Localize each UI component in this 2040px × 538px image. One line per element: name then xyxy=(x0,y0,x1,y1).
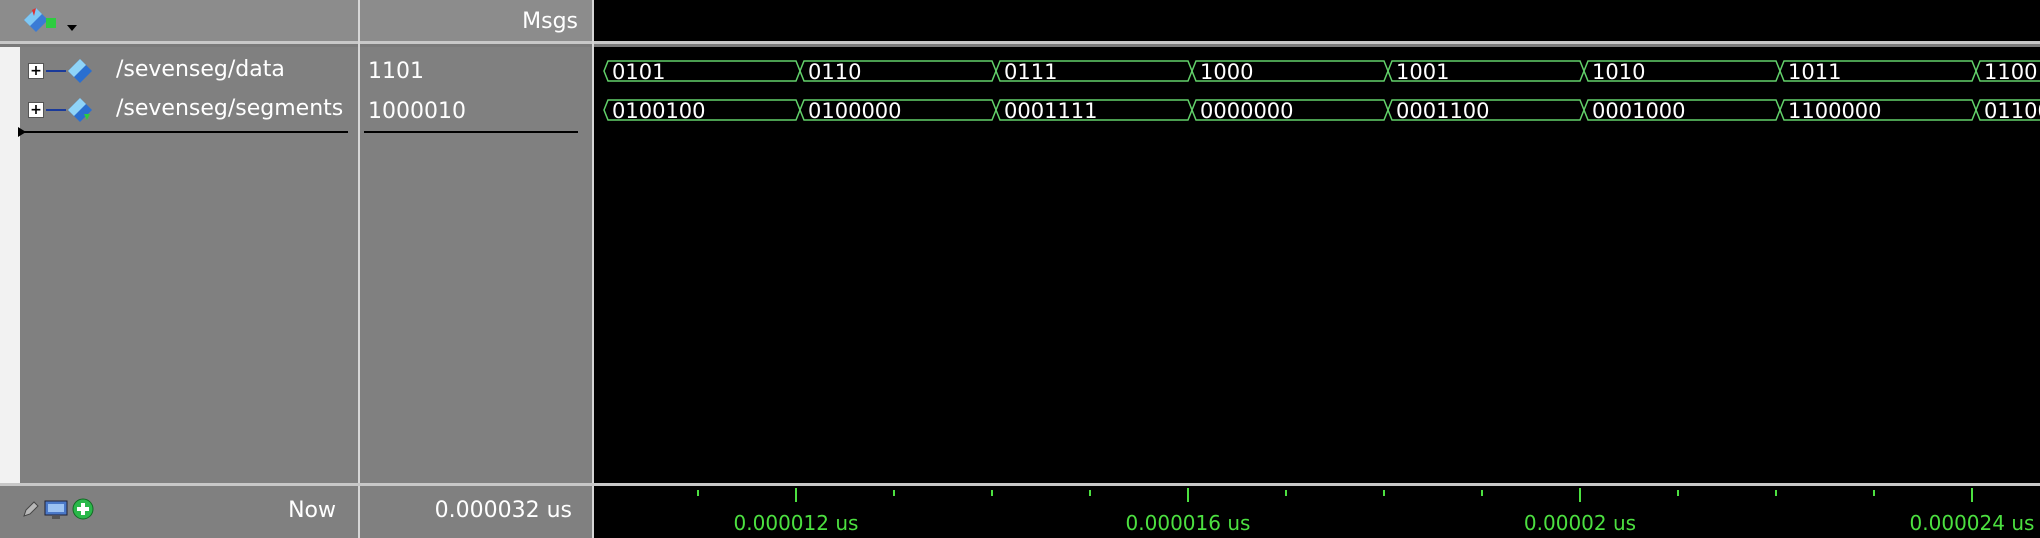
signal-name: /sevenseg/data xyxy=(116,57,285,82)
bus-value-label: 0001100 xyxy=(1396,99,1490,123)
signal-value: 1000010 xyxy=(368,99,466,124)
chevron-down-icon[interactable] xyxy=(66,24,78,32)
values-header: Msgs xyxy=(360,0,592,44)
signal-value: 1101 xyxy=(368,59,424,84)
wave-add-icon[interactable] xyxy=(22,6,62,38)
expand-icon[interactable]: + xyxy=(28,63,44,79)
waveform-pane[interactable]: 0101 0110 0111 1000 1001 1010 1011 1100 0100100 0… xyxy=(594,47,2040,483)
bus-value-label: 1011 xyxy=(1788,60,1841,84)
values-footer: 0.000032 us xyxy=(360,486,592,538)
signal-row-segments[interactable]: + /sevenseg/segments xyxy=(28,96,348,126)
insert-marker-icon xyxy=(18,127,26,137)
footer-splitter[interactable] xyxy=(0,483,2040,486)
selection-underline xyxy=(364,131,578,133)
signal-values-pane: 1101 1000010 xyxy=(360,47,592,483)
signal-row-data[interactable]: + /sevenseg/data xyxy=(28,57,348,87)
timeline-ruler[interactable]: 0.000012 us 0.000016 us 0.00002 us 0.000024… xyxy=(594,486,2040,538)
wave-header xyxy=(594,0,2040,44)
bus-value-label: 0001000 xyxy=(1592,99,1686,123)
timeline-canvas[interactable]: 0.000012 us 0.000016 us 0.00002 us 0.000024… xyxy=(594,486,2040,538)
column-splitter[interactable] xyxy=(358,0,360,538)
time-label: 0.000012 us xyxy=(734,511,859,535)
bus-value-label: 0100000 xyxy=(808,99,902,123)
signal-name: /sevenseg/segments xyxy=(116,96,344,121)
now-value: 0.000032 us xyxy=(434,498,572,523)
signal-diamond-icon xyxy=(46,59,92,83)
bus-value-label: 1000 xyxy=(1200,60,1253,84)
bus-value-label: 1010 xyxy=(1592,60,1645,84)
time-label: 0.000024 us xyxy=(1910,511,2035,535)
msgs-column-header[interactable]: Msgs xyxy=(522,9,578,34)
now-label: Now xyxy=(288,498,336,523)
names-footer: Now xyxy=(0,486,358,538)
bus-value-label: 1001 xyxy=(1396,60,1449,84)
time-label: 0.00002 us xyxy=(1524,511,1636,535)
signal-names-pane: + /sevenseg/data + /sevenseg/segments xyxy=(0,47,358,483)
bus-value-label: 0110 xyxy=(808,60,861,84)
bus-value-label: 0110000 xyxy=(1984,99,2040,123)
bus-value-label: 1100 xyxy=(1984,60,2037,84)
bus-value-label: 0111 xyxy=(1004,60,1057,84)
bus-value-label: 0100100 xyxy=(612,99,706,123)
column-splitter[interactable] xyxy=(592,0,594,538)
bus-value-label: 0101 xyxy=(612,60,665,84)
waveform-viewer: Msgs + /sevenseg/data + /sevenseg/segmen… xyxy=(0,0,2040,538)
pen-cursor-icon[interactable] xyxy=(22,500,40,518)
bus-value-label: 0000000 xyxy=(1200,99,1294,123)
bus-value-label: 1100000 xyxy=(1788,99,1882,123)
names-header xyxy=(0,0,358,44)
signal-diamond-icon xyxy=(46,98,92,122)
waveform-canvas[interactable]: 0101 0110 0111 1000 1001 1010 1011 1100 0100100 0… xyxy=(594,47,2040,483)
selection-underline xyxy=(22,131,348,133)
expand-icon[interactable]: + xyxy=(28,102,44,118)
bus-value-label: 0001111 xyxy=(1004,99,1098,123)
add-cursor-icon[interactable] xyxy=(72,498,94,520)
time-label: 0.000016 us xyxy=(1126,511,1251,535)
monitor-icon[interactable] xyxy=(44,500,68,520)
